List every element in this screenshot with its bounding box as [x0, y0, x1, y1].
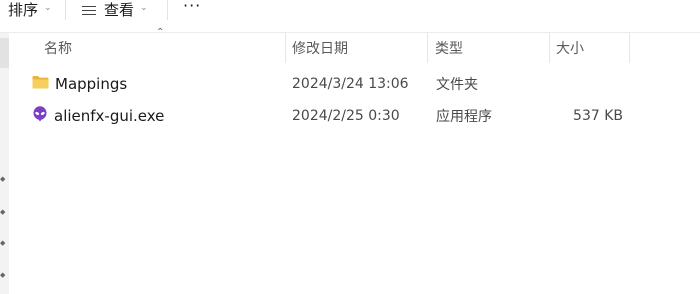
file-row-mappings[interactable]: Mappings 2024/3/24 13:06 文件夹: [22, 69, 662, 99]
sort-ascending-icon: ⌃: [156, 27, 165, 38]
alien-app-icon: [32, 106, 48, 126]
pin-icon: ◆: [0, 175, 6, 183]
pin-icon: ◆: [0, 208, 6, 216]
file-size: [562, 69, 623, 99]
toolbar-divider: [65, 0, 66, 20]
column-header-size[interactable]: 大小: [556, 33, 584, 63]
column-divider[interactable]: [285, 33, 286, 63]
sort-label: 排序: [8, 1, 39, 19]
column-header-modified[interactable]: 修改日期: [292, 33, 348, 63]
toolbar-divider: [167, 0, 168, 20]
pin-icon: ◆: [0, 271, 6, 279]
file-modified: 2024/2/25 0:30: [292, 108, 400, 124]
file-row-alienfx-gui[interactable]: alienfx-gui.exe 2024/2/25 0:30 应用程序 537 …: [22, 101, 662, 131]
chevron-down-icon: ⌄: [140, 3, 148, 13]
column-divider[interactable]: [629, 33, 630, 63]
file-name: Mappings: [55, 75, 128, 93]
pin-icon: ◆: [0, 239, 6, 247]
file-type: 文件夹: [436, 77, 478, 93]
file-type: 应用程序: [436, 109, 492, 125]
chevron-down-icon: ⌄: [44, 3, 52, 13]
file-name: alienfx-gui.exe: [54, 107, 165, 125]
file-name-cell: alienfx-gui.exe: [32, 101, 164, 131]
file-name-cell: Mappings: [32, 69, 127, 99]
view-label: 查看: [104, 1, 135, 19]
command-bar: 排序 ⌄ 查看 ⌄ ···: [0, 0, 700, 22]
folder-icon: [32, 75, 49, 93]
file-modified: 2024/3/24 13:06: [292, 76, 409, 92]
column-divider[interactable]: [427, 33, 428, 63]
navigation-pane-edge[interactable]: [0, 33, 9, 294]
more-options-button[interactable]: ···: [183, 0, 201, 14]
sort-button[interactable]: 排序 ⌄: [8, 0, 52, 20]
file-size: 537 KB: [573, 108, 623, 124]
column-header-type[interactable]: 类型: [435, 33, 463, 63]
view-list-icon: [82, 5, 96, 16]
column-header-name[interactable]: 名称: [44, 33, 72, 63]
column-divider[interactable]: [549, 33, 550, 63]
nav-selected-item[interactable]: [0, 38, 9, 68]
toolbar-bottom-border: [0, 32, 700, 33]
view-button[interactable]: 查看 ⌄: [82, 0, 148, 20]
